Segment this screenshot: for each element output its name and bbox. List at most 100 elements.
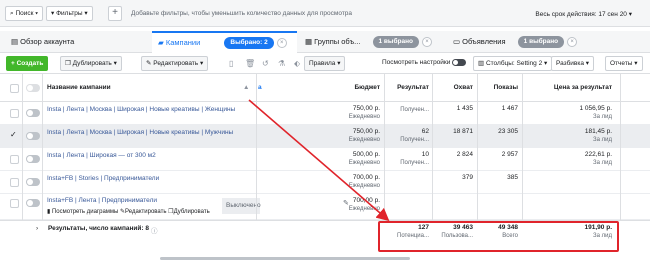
trash-icon[interactable]: 🗑: [245, 59, 255, 68]
campaigns-selected-badge: Выбрано: 2: [224, 37, 274, 50]
edit-link[interactable]: Редактировать: [125, 209, 166, 215]
reach-cell: 1 435: [456, 105, 473, 112]
column-header-results[interactable]: Результат: [384, 74, 429, 102]
tab-account-overview[interactable]: ▤ Обзор аккаунта: [5, 31, 150, 53]
column-divider: [384, 74, 385, 224]
copy-icon: ❐: [65, 60, 73, 67]
horizontal-scrollbar[interactable]: [160, 257, 410, 260]
table-header: Название кампании ▲ а Бюджет Результат О…: [0, 74, 650, 102]
filter-bar: ⌕ Поиск ▾ ▾ Фильтры ▾ + Добавьте фильтры…: [0, 0, 650, 27]
budget-cell: 700,00 р. Ежедневно: [348, 174, 380, 189]
annotation-highlight-box: [378, 221, 619, 252]
clear-campaigns-selection-icon[interactable]: ×: [276, 38, 287, 49]
archive-icon[interactable]: ▯: [229, 59, 233, 68]
campaign-name-link[interactable]: Insta+FB | Лента | Предприниматели: [47, 197, 157, 204]
results-cell: 62 Получен...: [400, 128, 429, 143]
filter-hint: Добавьте фильтры, чтобы уменьшить количе…: [131, 10, 353, 17]
chevron-right-icon[interactable]: ›: [36, 225, 38, 232]
column-divider: [477, 74, 478, 224]
column-divider: [522, 74, 523, 224]
clear-ads-selection-icon[interactable]: ×: [567, 37, 578, 48]
search-button[interactable]: ⌕ Поиск ▾: [5, 6, 44, 21]
ad-icon: ▭: [453, 37, 463, 46]
reach-cell: 18 871: [453, 128, 473, 135]
campaign-name-link[interactable]: Insta | Лента | Москва | Широкая | Новые…: [47, 106, 235, 113]
columns-button[interactable]: ▥ Столбцы: Setting 2 ▾: [473, 56, 553, 71]
impressions-cell: 2 957: [501, 151, 518, 158]
column-divider: [620, 74, 621, 224]
row-checkbox[interactable]: [10, 155, 19, 164]
row-toggle[interactable]: [26, 109, 40, 117]
header-toggle: [26, 84, 40, 92]
row-toggle[interactable]: [26, 199, 40, 207]
column-divider: [22, 74, 23, 224]
cost-cell: 222,61 р. За лид: [584, 151, 612, 166]
rules-button[interactable]: Правила ▾: [304, 56, 346, 71]
tab-adsets[interactable]: ▦ Группы объ... 1 выбрано ×: [299, 31, 444, 53]
column-header-reach[interactable]: Охват: [433, 74, 473, 102]
action-toolbar: + Создать ❐ Дублировать ▾ ✎ Редактироват…: [0, 53, 650, 74]
grid-icon: ▦: [305, 37, 315, 46]
ab-test-icon[interactable]: ⚗: [278, 59, 285, 68]
column-header-impressions[interactable]: Показы: [478, 74, 518, 102]
clear-adsets-selection-icon[interactable]: ×: [421, 37, 432, 48]
table-row[interactable]: Insta | Лента | Широкая — от 300 м2 500,…: [0, 148, 650, 171]
impressions-cell: 1 467: [501, 105, 518, 112]
checkmark-icon[interactable]: ✓: [10, 130, 17, 139]
date-range-selector[interactable]: Весь срок действия: 17 сен 20 ▾: [535, 10, 632, 18]
account-icon: ▤: [11, 37, 21, 46]
impressions-cell: 23 305: [498, 128, 518, 135]
row-checkbox[interactable]: [10, 109, 19, 118]
duplicate-link[interactable]: Дублировать: [174, 209, 210, 215]
table-row[interactable]: Insta+FB | Stories | Предприниматели 700…: [0, 171, 650, 194]
undo-icon[interactable]: ↺: [262, 59, 269, 68]
row-actions: ▮ Посмотреть диаграммы ✎Редактировать ❐Д…: [47, 208, 210, 215]
column-divider: [256, 74, 257, 224]
budget-cell: 500,00 р. Ежедневно: [348, 151, 380, 166]
adsets-selected-badge: 1 выбрано: [372, 36, 419, 49]
column-header-status[interactable]: а: [258, 74, 262, 102]
view-charts-link[interactable]: Посмотреть диаграммы: [52, 209, 118, 215]
view-settings-toggle[interactable]: Посмотреть настройки: [382, 59, 467, 66]
toggle-switch[interactable]: [452, 59, 467, 66]
campaign-name-link[interactable]: Insta+FB | Stories | Предприниматели: [47, 175, 159, 182]
row-toggle[interactable]: [26, 132, 40, 140]
column-header-cost[interactable]: Цена за результат: [540, 74, 612, 102]
summary-label: Результаты, число кампаний: 8: [48, 225, 150, 232]
column-header-budget[interactable]: Бюджет: [330, 74, 381, 102]
status-cell: Выключено: [222, 198, 261, 214]
add-filter-button[interactable]: +: [108, 6, 122, 21]
warning-icon: ▲: [243, 84, 250, 91]
campaign-name-link[interactable]: Insta | Лента | Широкая — от 300 м2: [47, 152, 156, 159]
row-checkbox[interactable]: [10, 199, 19, 208]
results-cell: Получен...: [400, 107, 429, 113]
filters-button[interactable]: ▾ Фильтры ▾: [46, 6, 93, 21]
tab-ads[interactable]: ▭ Объявления 1 выбрано ×: [447, 31, 592, 53]
chevron-down-icon: ▾: [628, 11, 632, 18]
breakdown-button[interactable]: Разбивка ▾: [551, 56, 595, 71]
column-header-name[interactable]: Название кампании: [47, 74, 111, 102]
level-tabs: ▤ Обзор аккаунта ▰ Кампании Выбрано: 2 × …: [0, 31, 650, 54]
reports-button[interactable]: Отчеты ▾: [605, 56, 643, 71]
columns-icon: ▥: [478, 60, 486, 67]
info-icon[interactable]: ⓘ: [151, 225, 158, 235]
ads-selected-badge: 1 выбрано: [517, 36, 565, 49]
tab-campaigns[interactable]: ▰ Кампании Выбрано: 2 ×: [152, 31, 297, 54]
table-row[interactable]: ✓ Insta | Лента | Москва | Широкая | Нов…: [0, 125, 650, 148]
cost-cell: 1 056,95 р. За лид: [579, 105, 612, 120]
create-button[interactable]: + Создать: [6, 56, 49, 71]
tag-icon[interactable]: ⬖: [294, 59, 300, 68]
table-row[interactable]: Insta+FB | Лента | Предприниматели ▮ Пос…: [0, 194, 650, 220]
campaign-name-link[interactable]: Insta | Лента | Москва | Широкая | Новые…: [47, 129, 233, 136]
row-toggle[interactable]: [26, 178, 40, 186]
folder-icon: ▰: [158, 38, 166, 47]
row-toggle[interactable]: [26, 155, 40, 163]
budget-cell: 750,00 р. Ежедневно: [348, 128, 380, 143]
column-divider: [42, 74, 43, 224]
edit-button[interactable]: ✎ Редактировать ▾: [141, 56, 209, 71]
duplicate-button[interactable]: ❐ Дублировать ▾: [60, 56, 122, 71]
table-row[interactable]: Insta | Лента | Москва | Широкая | Новые…: [0, 102, 650, 125]
row-checkbox[interactable]: [10, 178, 19, 187]
select-all-checkbox[interactable]: [10, 84, 19, 93]
chart-icon: ▮: [47, 209, 51, 215]
